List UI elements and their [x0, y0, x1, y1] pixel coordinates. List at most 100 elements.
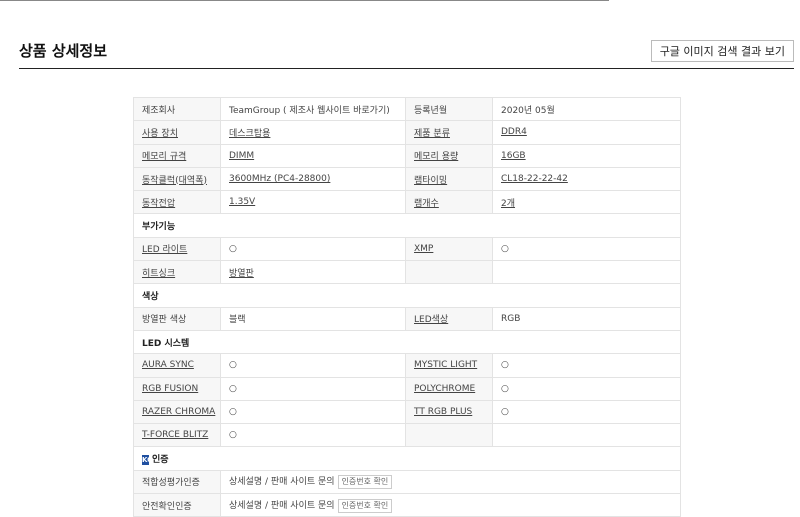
spec-value-text: ○	[229, 383, 237, 394]
spec-label-text[interactable]: TT RGB PLUS	[414, 407, 472, 417]
kc-icon: KC	[142, 454, 153, 465]
spec-label[interactable]: 동작클럭(대역폭)	[133, 166, 221, 192]
spec-label[interactable]: 램개수	[405, 190, 493, 215]
spec-label-text[interactable]: 동작전압	[142, 199, 175, 209]
spec-label-text: 제조회사	[142, 105, 176, 116]
spec-value-text[interactable]: 방열판	[229, 269, 254, 279]
spec-label[interactable]: 제품 분류	[405, 120, 493, 145]
spec-value[interactable]: 3600MHz (PC4-28800)	[220, 166, 406, 192]
spec-value-text: ○	[229, 243, 237, 254]
spec-label[interactable]: LED색상	[405, 306, 493, 331]
spec-value-text[interactable]: 2개	[501, 199, 515, 209]
spec-label: 제조회사	[133, 96, 221, 122]
spec-label	[405, 423, 493, 448]
cert-number-check-button[interactable]: 인증번호 확인	[337, 498, 393, 513]
spec-value-text[interactable]: 1.35V	[229, 197, 255, 207]
spec-value[interactable]: 2개	[492, 190, 681, 215]
spec-value-text: ○	[501, 407, 509, 417]
spec-value: TeamGroup ( 제조사 웹사이트 바로가기)	[220, 96, 406, 122]
spec-value: 블랙	[220, 306, 406, 331]
spec-value[interactable]: 16GB	[492, 143, 681, 168]
spec-value-text[interactable]: 데스크탑용	[229, 129, 270, 139]
spec-label[interactable]: LED 라이트	[133, 236, 221, 262]
spec-label-text[interactable]: 메모리 용량	[414, 152, 458, 162]
spec-label-text[interactable]: 동작클럭(대역폭)	[142, 176, 207, 186]
spec-value-text[interactable]: 3600MHz (PC4-28800)	[229, 174, 330, 184]
spec-row: 동작클럭(대역폭) 3600MHz (PC4-28800) 램타이밍 CL18-22-…	[133, 166, 681, 192]
google-image-search-button[interactable]: 구글 이미지 검색 결과 보기	[650, 40, 794, 62]
spec-section-row: LED 시스템	[133, 329, 681, 355]
spec-value: ○	[220, 353, 406, 378]
spec-label[interactable]: 히트싱크	[133, 260, 221, 285]
spec-label-text: 등록년월	[414, 105, 448, 116]
spec-label[interactable]: MYSTIC LIGHT	[405, 353, 493, 378]
spec-value-text[interactable]: DIMM	[229, 151, 254, 161]
spec-label-text[interactable]: 제품 분류	[414, 129, 450, 139]
spec-label-text[interactable]: XMP	[414, 244, 433, 254]
spec-value[interactable]: 데스크탑용	[220, 120, 406, 145]
spec-label-text[interactable]: LED색상	[414, 315, 448, 325]
spec-label-text[interactable]: LED 라이트	[142, 245, 187, 255]
spec-value[interactable]: DDR4	[492, 120, 681, 145]
section-title-text: 인증	[152, 455, 169, 466]
spec-label[interactable]: 동작전압	[133, 190, 221, 215]
spec-label	[405, 260, 493, 285]
spec-label[interactable]: RAZER CHROMA	[133, 399, 221, 425]
spec-label[interactable]: 메모리 용량	[405, 143, 493, 168]
spec-value-text: ○	[501, 243, 509, 254]
spec-value-text: ○	[229, 360, 237, 371]
spec-value: ○	[220, 236, 406, 262]
spec-label: 적합성평가인증	[133, 469, 221, 495]
spec-label[interactable]: RGB FUSION	[133, 376, 221, 401]
spec-label[interactable]: XMP	[405, 236, 493, 262]
spec-label[interactable]: 램타이밍	[405, 166, 493, 192]
spec-label[interactable]: 사용 장치	[133, 120, 221, 145]
cert-number-check-button[interactable]: 인증번호 확인	[337, 475, 393, 490]
spec-value-text: TeamGroup ( 제조사 웹사이트 바로가기)	[229, 105, 390, 116]
spec-row: 히트싱크 방열판	[133, 260, 681, 285]
section-header: 상품 상세정보 구글 이미지 검색 결과 보기	[19, 34, 794, 69]
spec-row: 사용 장치 데스크탑용 제품 분류 DDR4	[133, 120, 681, 145]
spec-row: RGB FUSION ○ POLYCHROME ○	[133, 376, 681, 401]
spec-label-text[interactable]: AURA SYNC	[142, 360, 194, 370]
spec-table: 제조회사 TeamGroup ( 제조사 웹사이트 바로가기) 등록년월 2020년 …	[133, 96, 681, 517]
spec-value[interactable]: CL18-22-22-42	[492, 166, 681, 192]
spec-value-text[interactable]: 16GB	[501, 151, 526, 161]
spec-label-text[interactable]: 램타이밍	[414, 176, 447, 186]
spec-value-text: 상세설명 / 판매 사이트 문의	[229, 500, 335, 511]
spec-label-text[interactable]: 메모리 규격	[142, 152, 186, 162]
spec-label-text[interactable]: RGB FUSION	[142, 384, 198, 394]
spec-label[interactable]: T-FORCE BLITZ	[133, 423, 221, 448]
spec-section-row: KC인증	[133, 446, 681, 471]
spec-label: 등록년월	[405, 96, 493, 122]
spec-value-text[interactable]: DDR4	[501, 127, 527, 137]
spec-value: ○	[492, 376, 681, 401]
spec-value[interactable]: 방열판	[220, 260, 406, 285]
spec-value[interactable]: 1.35V	[220, 190, 406, 215]
page-title: 상품 상세정보	[19, 42, 108, 60]
spec-value-text: ○	[229, 430, 237, 441]
spec-section-title: LED 시스템	[133, 329, 681, 355]
spec-label-text[interactable]: 히트싱크	[142, 269, 175, 279]
spec-value: 2020년 05월	[492, 96, 681, 122]
spec-section-title: 부가기능	[133, 213, 681, 238]
spec-label-text[interactable]: 램개수	[414, 199, 439, 209]
spec-label[interactable]: POLYCHROME	[405, 376, 493, 401]
spec-value-text: 상세설명 / 판매 사이트 문의	[229, 477, 335, 488]
spec-value[interactable]: DIMM	[220, 143, 406, 168]
spec-value: ○	[492, 236, 681, 262]
spec-label[interactable]: TT RGB PLUS	[405, 399, 493, 425]
spec-label-text[interactable]: RAZER CHROMA	[142, 407, 215, 417]
spec-value-text[interactable]: CL18-22-22-42	[501, 174, 568, 184]
spec-label[interactable]: 메모리 규격	[133, 143, 221, 168]
spec-label-text[interactable]: MYSTIC LIGHT	[414, 360, 477, 370]
spec-label[interactable]: AURA SYNC	[133, 353, 221, 378]
spec-value-text: ○	[501, 360, 509, 371]
spec-value-text: RGB	[501, 313, 521, 324]
spec-label: 안전확인인증	[133, 493, 221, 517]
spec-label-text[interactable]: POLYCHROME	[414, 384, 475, 394]
section-title-text: 부가기능	[142, 222, 176, 233]
spec-label-text[interactable]: T-FORCE BLITZ	[142, 430, 208, 440]
spec-label-text: 안전확인인증	[142, 501, 192, 512]
spec-label-text[interactable]: 사용 장치	[142, 129, 178, 139]
